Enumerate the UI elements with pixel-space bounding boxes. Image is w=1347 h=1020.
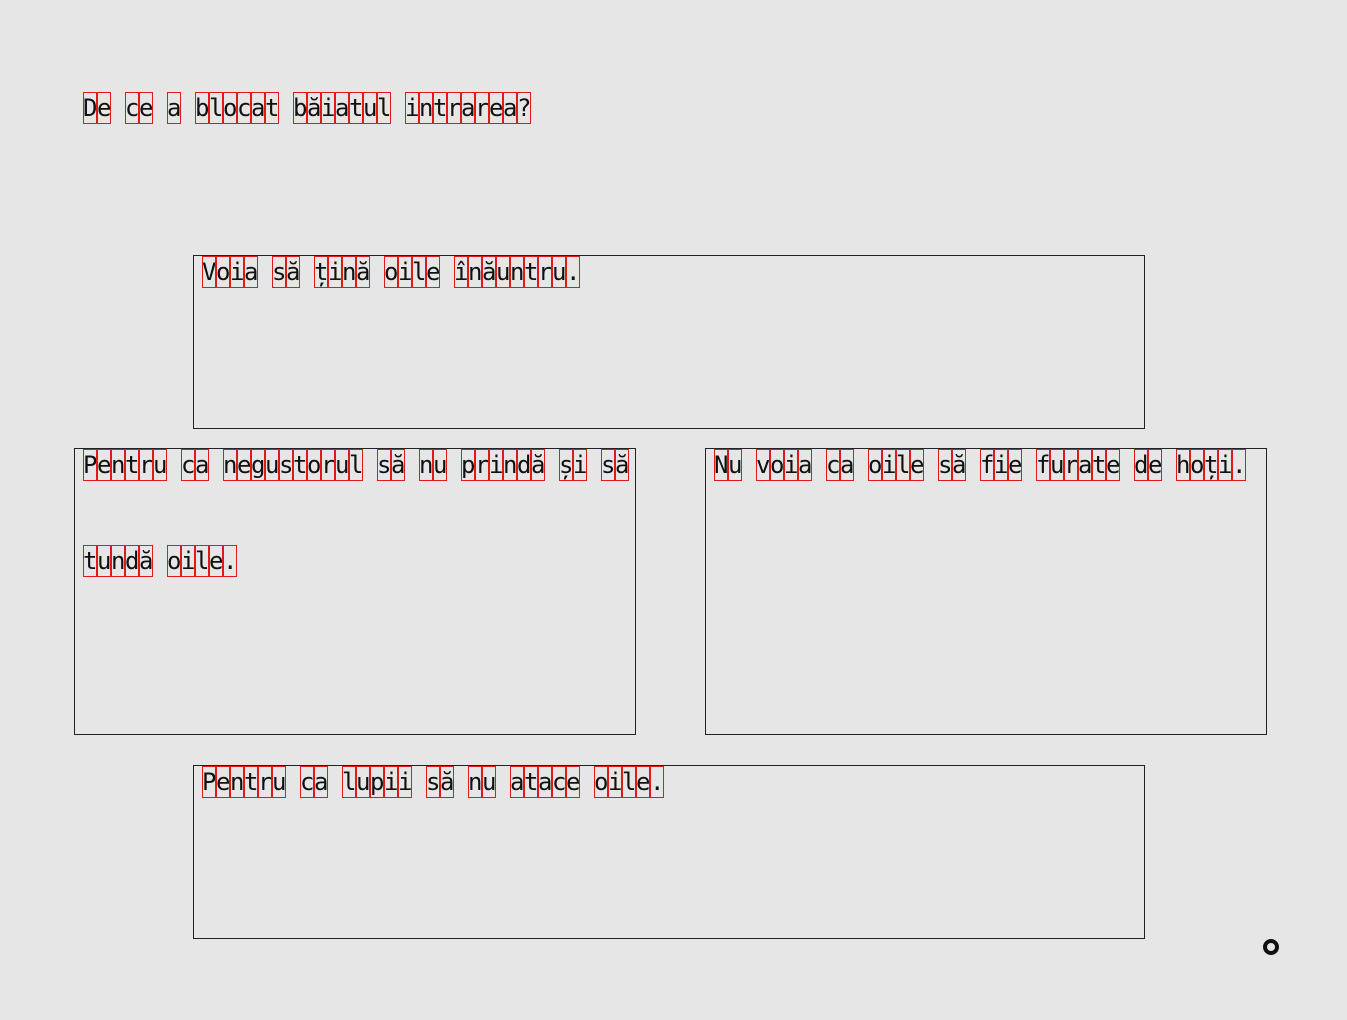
answer-option-2[interactable]: Pentrucanegustorulsănuprindășisă tundăoi… [74,448,636,735]
answer-option-2-text-line-1: Pentrucanegustorulsănuprindășisă [83,449,630,481]
answer-option-4[interactable]: Pentrucalupiisănuataceoile. [193,765,1145,939]
answer-option-3-text: Nuvoiacaoilesăfiefuratedehoți. [714,449,1247,481]
answer-option-3[interactable]: Nuvoiacaoilesăfiefuratedehoți. [705,448,1267,735]
answer-option-4-text: Pentrucalupiisănuataceoile. [202,766,665,798]
cursor-ring-icon [1263,939,1279,955]
answer-option-1-text: Voiasăținăoileînăuntru. [202,256,581,288]
question-text: De c e a b l o c a t b ă i a t u l i n t r a r e a? [83,92,532,124]
answer-option-2-text-line-2: tundăoile. [83,545,238,577]
answer-option-1[interactable]: Voiasăținăoileînăuntru. [193,255,1145,429]
